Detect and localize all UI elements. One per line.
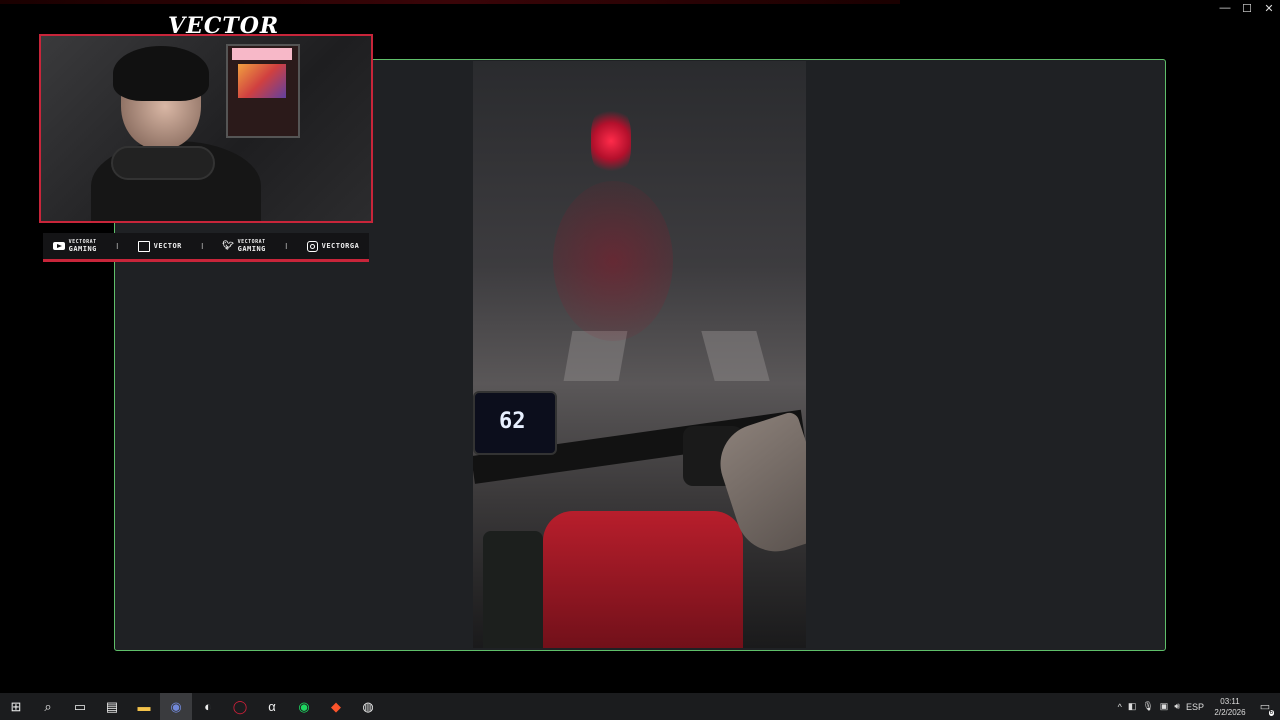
road-reflection bbox=[553, 181, 673, 341]
taskbar-file-explorer[interactable]: ▬ bbox=[128, 693, 160, 720]
taskbar-spotify[interactable]: ◉ bbox=[288, 693, 320, 720]
top-decor-strip bbox=[0, 0, 900, 4]
webcam-feed bbox=[39, 34, 373, 223]
system-tray: ^ ◧ 🎙︎ ▣ 🔊︎ ESP 03:11 2/2/2026 ▭ 6 bbox=[1118, 693, 1280, 720]
instagram-icon bbox=[306, 240, 318, 252]
tray-app-icon[interactable]: ◧ bbox=[1128, 701, 1137, 712]
clock-time: 03:11 bbox=[1220, 696, 1240, 706]
opera-icon: ◯ bbox=[232, 698, 248, 714]
taskbar-discord[interactable]: ◉ bbox=[160, 693, 192, 720]
road-marking bbox=[701, 331, 770, 381]
taskbar-app-explorer[interactable]: ▤ bbox=[96, 693, 128, 720]
notification-center-button[interactable]: ▭ 6 bbox=[1256, 698, 1274, 716]
obs-icon: ◍ bbox=[362, 698, 374, 714]
taskbar-app-a[interactable]: α bbox=[256, 693, 288, 720]
social-twitter[interactable]: 🐦︎ VECTORAT GAMING bbox=[222, 239, 266, 253]
explorer-icon: ▤ bbox=[105, 698, 119, 714]
app-a-icon: α bbox=[268, 699, 276, 714]
clock-date: 2/2/2026 bbox=[1214, 707, 1246, 717]
separator: I bbox=[201, 241, 204, 251]
video-player[interactable]: 62 bbox=[473, 61, 806, 648]
taskbar-steam[interactable]: ◐ bbox=[192, 693, 224, 720]
windows-icon: ⊞ bbox=[10, 698, 22, 714]
clock[interactable]: 03:11 2/2/2026 bbox=[1210, 696, 1250, 718]
separator: I bbox=[116, 241, 119, 251]
close-button[interactable]: ✕ bbox=[1258, 0, 1280, 16]
motorbike-tank bbox=[543, 511, 743, 648]
motorbike-fork bbox=[483, 531, 543, 648]
headset-icon bbox=[111, 146, 215, 180]
social-twitch-label: VECTOR bbox=[153, 242, 182, 250]
social-twitter-line2: GAMING bbox=[237, 245, 266, 253]
network-icon[interactable]: ▣ bbox=[1160, 701, 1169, 712]
youtube-icon bbox=[52, 242, 65, 250]
tray-overflow-chevron-icon[interactable]: ^ bbox=[1118, 702, 1122, 712]
social-instagram-label: VECTORGA bbox=[321, 242, 360, 250]
social-youtube[interactable]: VECTORAT GAMING bbox=[52, 239, 97, 253]
maximize-button[interactable]: ☐ bbox=[1236, 0, 1258, 16]
start-button[interactable]: ⊞ bbox=[0, 693, 32, 720]
taskbar-brave[interactable]: ◆ bbox=[320, 693, 352, 720]
social-youtube-line2: GAMING bbox=[68, 245, 97, 253]
arcade-cabinet bbox=[226, 44, 300, 138]
search-button[interactable]: ⌕ bbox=[32, 693, 64, 720]
arcade-marquee bbox=[232, 48, 292, 60]
twitch-icon bbox=[137, 240, 150, 252]
social-instagram[interactable]: VECTORGA bbox=[306, 240, 360, 252]
brave-icon: ◆ bbox=[331, 698, 341, 714]
task-view-icon: ▭ bbox=[73, 698, 87, 714]
volume-icon[interactable]: 🔊︎ bbox=[1174, 701, 1180, 712]
folder-icon: ▬ bbox=[137, 699, 151, 714]
arcade-screen bbox=[238, 64, 286, 98]
social-twitch[interactable]: VECTOR bbox=[137, 240, 182, 252]
microphone-icon[interactable]: 🎙︎ bbox=[1142, 701, 1153, 712]
notification-count: 6 bbox=[1268, 709, 1274, 716]
task-view-button[interactable]: ▭ bbox=[64, 693, 96, 720]
twitter-icon: 🐦︎ bbox=[222, 241, 235, 251]
steam-icon: ◐ bbox=[204, 699, 212, 714]
motorbike-ahead bbox=[591, 106, 631, 176]
separator: I bbox=[285, 241, 288, 251]
taskbar-opera[interactable]: ◯ bbox=[224, 693, 256, 720]
discord-icon: ◉ bbox=[170, 698, 182, 714]
search-icon: ⌕ bbox=[44, 698, 52, 714]
language-indicator[interactable]: ESP bbox=[1186, 702, 1204, 712]
streamer-hair bbox=[113, 46, 209, 101]
speed-readout: 62 bbox=[499, 409, 526, 434]
taskbar-obs[interactable]: ◍ bbox=[352, 693, 384, 720]
taskbar: ⊞ ⌕ ▭ ▤ ▬ ◉ ◐ ◯ α ◉ ◆ ◍ ^ ◧ 🎙︎ ▣ 🔊︎ ESP … bbox=[0, 693, 1280, 720]
social-links-bar: VECTORAT GAMING I VECTOR I 🐦︎ VECTORAT G… bbox=[43, 233, 369, 262]
spotify-icon: ◉ bbox=[298, 698, 310, 714]
window-controls: — ☐ ✕ bbox=[1214, 0, 1280, 16]
minimize-button[interactable]: — bbox=[1214, 0, 1236, 16]
